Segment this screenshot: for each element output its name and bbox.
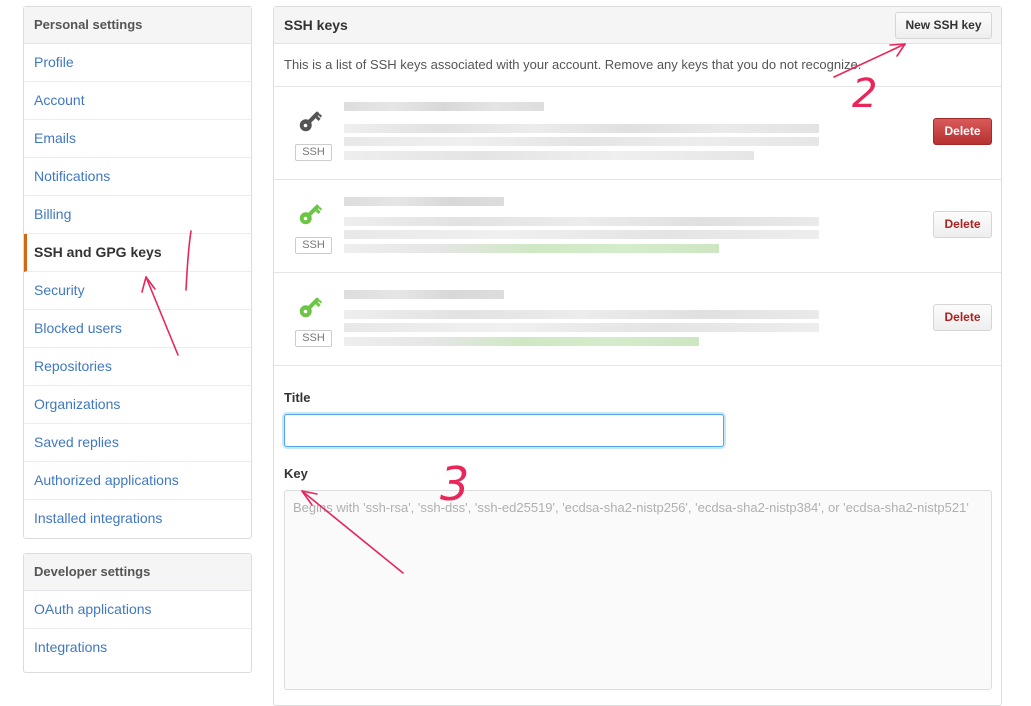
menu-item-integrations[interactable]: Integrations [24,629,251,667]
developer-settings-menu: Developer settings OAuth applications In… [23,553,252,673]
key-icon [299,111,323,132]
ssh-key-row: SSH Delete [274,180,1001,273]
menu-item-security[interactable]: Security [24,272,251,310]
menu-item-billing[interactable]: Billing [24,196,251,234]
new-ssh-key-button[interactable]: New SSH key [895,12,992,39]
page-title: SSH keys [284,17,348,33]
menu-item-installed-integrations[interactable]: Installed integrations [24,500,251,538]
menu-item-authorized-applications[interactable]: Authorized applications [24,462,251,500]
ssh-key-row: SSH Delete [274,273,1001,366]
ssh-key-type-badge: SSH [295,144,332,161]
menu-item-oauth-applications[interactable]: OAuth applications [24,591,251,629]
menu-item-emails[interactable]: Emails [24,120,251,158]
delete-ssh-key-button[interactable]: Delete [933,304,992,331]
title-input[interactable] [284,414,724,447]
menu-item-organizations[interactable]: Organizations [24,386,251,424]
delete-ssh-key-button[interactable]: Delete [933,211,992,238]
menu-item-blocked-users[interactable]: Blocked users [24,310,251,348]
menu-item-profile[interactable]: Profile [24,44,251,82]
ssh-key-row: SSH Delete [274,87,1001,180]
menu-item-repositories[interactable]: Repositories [24,348,251,386]
ssh-key-type-badge: SSH [295,237,332,254]
menu-item-notifications[interactable]: Notifications [24,158,251,196]
ssh-keys-panel: SSH keys New SSH key This is a list of S… [273,6,1002,706]
key-label: Key [284,466,308,481]
title-label: Title [284,390,311,405]
ssh-keys-header: SSH keys New SSH key [274,7,1001,44]
ssh-keys-intro: This is a list of SSH keys associated wi… [274,44,1001,87]
key-icon [299,204,323,225]
menu-item-saved-replies[interactable]: Saved replies [24,424,251,462]
menu-item-account[interactable]: Account [24,82,251,120]
menu-item-ssh-gpg-keys[interactable]: SSH and GPG keys [24,234,251,272]
key-icon [299,297,323,318]
developer-settings-heading: Developer settings [24,554,251,591]
personal-settings-heading: Personal settings [24,7,251,44]
key-textarea[interactable] [284,490,992,690]
delete-ssh-key-button[interactable]: Delete [933,118,992,145]
personal-settings-menu: Personal settings Profile Account Emails… [23,6,252,539]
ssh-key-type-badge: SSH [295,330,332,347]
